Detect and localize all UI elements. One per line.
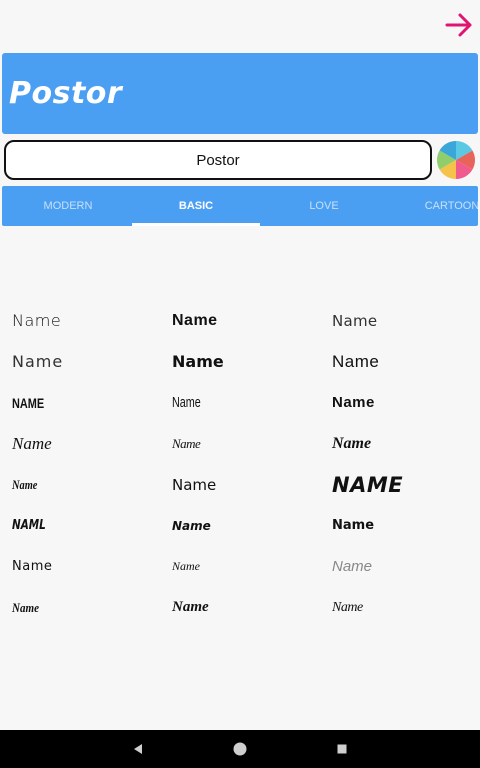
- font-row: Name Name Name: [0, 423, 480, 464]
- font-option[interactable]: Name: [172, 546, 200, 587]
- font-option[interactable]: Name: [172, 300, 218, 341]
- font-option[interactable]: Name: [12, 300, 61, 341]
- text-input[interactable]: [4, 140, 432, 180]
- font-option[interactable]: Name: [332, 423, 371, 464]
- font-option[interactable]: Name: [332, 505, 374, 546]
- font-option[interactable]: Name: [332, 546, 372, 587]
- back-button[interactable]: [118, 730, 158, 768]
- font-option[interactable]: Name: [332, 300, 377, 341]
- recents-button[interactable]: [322, 730, 362, 768]
- arrow-right-icon: [445, 13, 472, 37]
- system-navigation-bar: [0, 730, 480, 768]
- tab-indicator: [132, 223, 260, 226]
- home-circle-icon: [233, 742, 247, 756]
- font-option[interactable]: Name: [172, 423, 201, 464]
- font-row: Name Name Name: [0, 546, 480, 587]
- color-wheel-icon[interactable]: [436, 140, 476, 180]
- font-option[interactable]: Name: [332, 587, 363, 628]
- font-option[interactable]: Name: [172, 587, 209, 628]
- font-option[interactable]: Name: [332, 382, 375, 423]
- recents-square-icon: [337, 744, 347, 754]
- title-preview-banner: Postor: [2, 53, 478, 134]
- tab-cartoon[interactable]: CARTOON: [388, 186, 478, 226]
- font-option[interactable]: NAME: [332, 464, 403, 505]
- font-option[interactable]: Name: [172, 464, 216, 505]
- font-row: Name Name Name: [0, 587, 480, 628]
- tab-modern[interactable]: MODERN: [4, 186, 132, 226]
- font-option[interactable]: Name: [172, 382, 201, 423]
- font-option[interactable]: NAML: [12, 505, 46, 546]
- font-option[interactable]: Name: [12, 587, 39, 628]
- back-triangle-icon: [134, 744, 142, 754]
- home-button[interactable]: [220, 730, 260, 768]
- font-row: NAML Name Name: [0, 505, 480, 546]
- banner-title: Postor: [9, 76, 123, 111]
- font-row: Name Name Name: [0, 300, 480, 341]
- font-option[interactable]: Name: [12, 341, 63, 382]
- font-category-tabs: MODERN BASIC LOVE CARTOON: [2, 186, 478, 226]
- font-option[interactable]: Name: [332, 341, 379, 382]
- font-option[interactable]: Name: [172, 341, 224, 382]
- font-option[interactable]: Name: [12, 546, 52, 587]
- font-option[interactable]: Name: [12, 464, 37, 505]
- font-row: NAME Name Name: [0, 382, 480, 423]
- font-option[interactable]: Name: [12, 423, 52, 464]
- next-button[interactable]: [442, 8, 476, 42]
- font-row: Name Name NAME: [0, 464, 480, 505]
- tab-love[interactable]: LOVE: [260, 186, 388, 226]
- font-style-grid: Name Name Name Name Name Name NAME Name …: [0, 300, 480, 628]
- font-row: Name Name Name: [0, 341, 480, 382]
- font-option[interactable]: NAME: [12, 382, 44, 423]
- tab-basic[interactable]: BASIC: [132, 186, 260, 226]
- font-option[interactable]: Name: [172, 505, 211, 546]
